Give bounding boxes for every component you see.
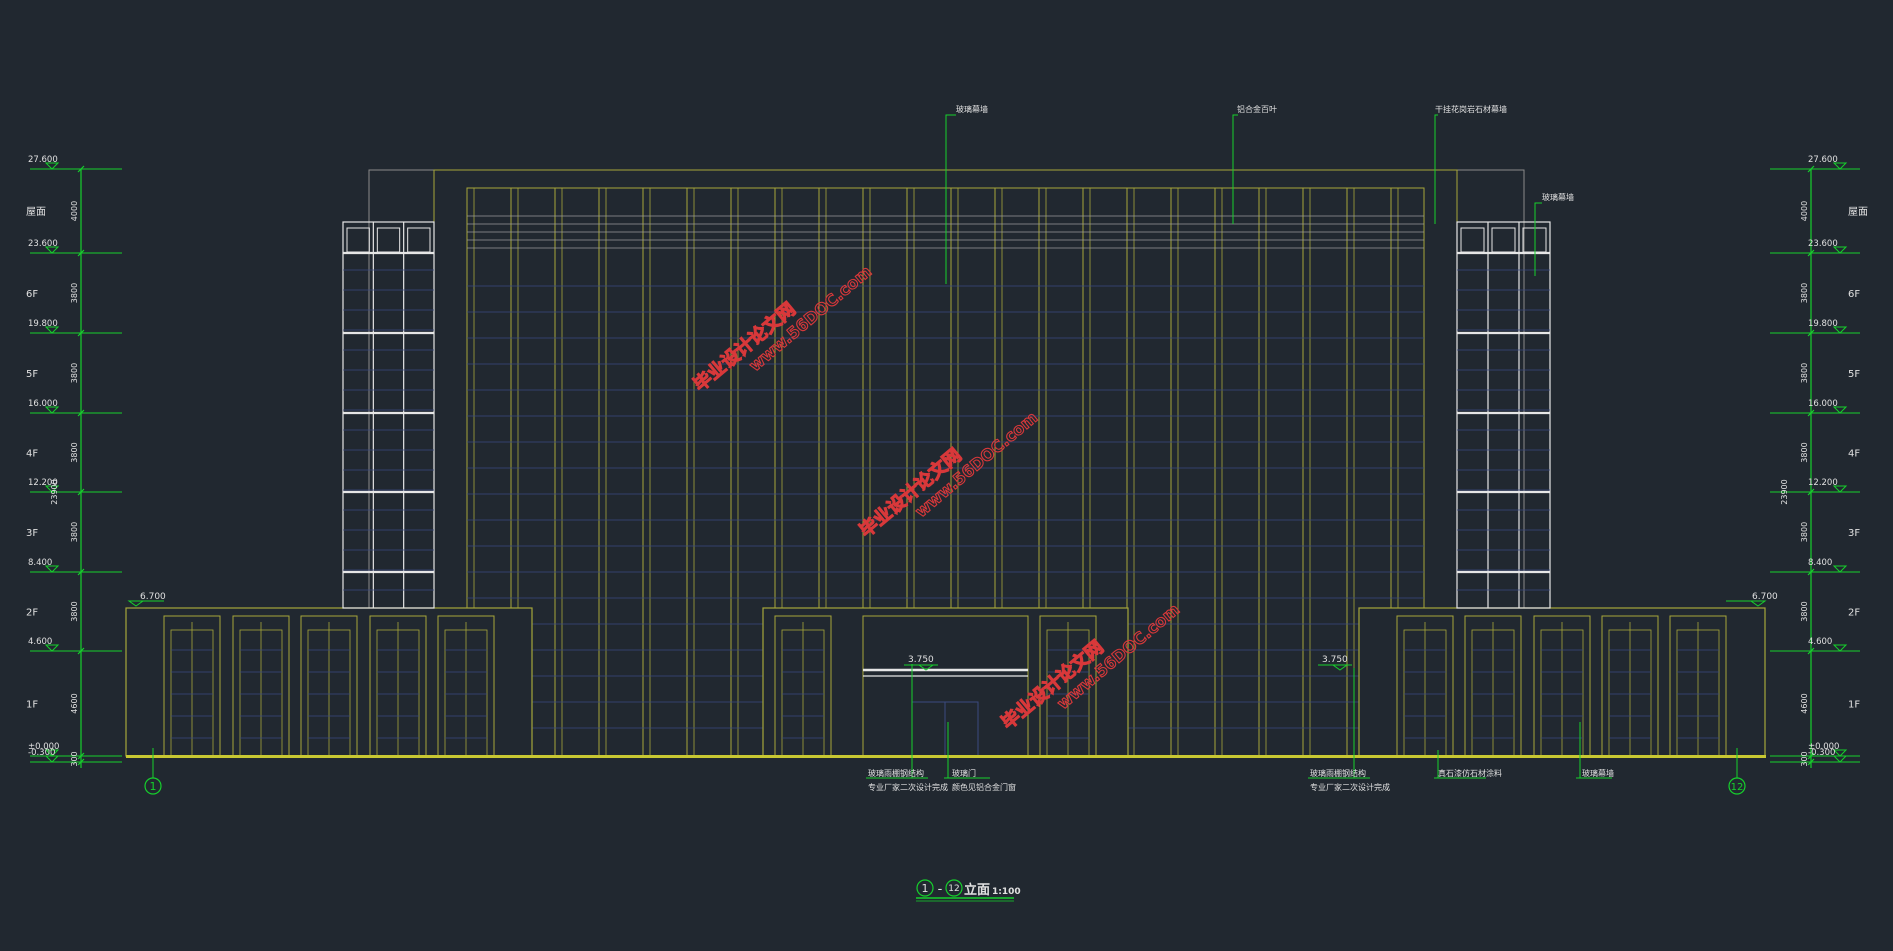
dimension-value: 3800 <box>70 601 79 621</box>
note-bottom-4-line1: 真石漆仿石材涂料 <box>1438 768 1502 778</box>
note-bottom-5-line1: 玻璃幕墙 <box>1582 768 1614 778</box>
podium-elev-right: 6.700 <box>1752 592 1778 602</box>
level-elevation: 16.000 <box>1808 399 1838 409</box>
elevation-drawing: 27.600 屋面 23.600 6F 19.800 5F 16.000 4F 12.200 3F… <box>0 0 1893 947</box>
podium-elev-left: 6.700 <box>140 592 166 602</box>
note-bottom-3-line2: 专业厂家二次设计完成 <box>1310 782 1390 792</box>
level-floor-name: 1F <box>1848 700 1860 711</box>
dimension-value: 4000 <box>70 201 79 221</box>
total-dimension: 23900 <box>50 479 59 504</box>
title-name: 立面 <box>964 882 990 898</box>
dimension-value: 3800 <box>1800 522 1809 542</box>
title-scale: 1:100 <box>992 887 1021 897</box>
note-bottom-2-line1: 玻璃门 <box>952 768 976 778</box>
level-elevation: 19.800 <box>28 319 58 329</box>
dimension-value: 3800 <box>1800 363 1809 383</box>
dimension-value: 3800 <box>70 363 79 383</box>
title-axis-to: 12 <box>948 884 959 894</box>
dimension-value: 3800 <box>1800 442 1809 462</box>
level-floor-name: 5F <box>1848 369 1860 380</box>
level-elevation: 27.600 <box>28 155 58 165</box>
level-floor-name: 屋面 <box>1848 206 1868 218</box>
canopy-elev-left: 3.750 <box>908 655 934 665</box>
dimension-value: 4000 <box>1800 201 1809 221</box>
level-elevation: 4.600 <box>28 637 52 647</box>
dimension-value: 4600 <box>1800 693 1809 713</box>
level-elevation: 27.600 <box>1808 155 1838 165</box>
axis-label-right: 12 <box>1731 782 1744 793</box>
dimension-value: 3800 <box>1800 601 1809 621</box>
title-sep: - <box>938 882 943 897</box>
note-bottom-1-line2: 专业厂家二次设计完成 <box>868 782 948 792</box>
level-elevation: 12.200 <box>1808 478 1838 488</box>
note-top-1-text: 玻璃幕墙 <box>956 104 988 114</box>
total-dimension: 23900 <box>1780 479 1789 504</box>
note-top-2-text: 铝合金百叶 <box>1237 104 1277 114</box>
note-bottom-3-line1: 玻璃雨棚钢结构 <box>1310 768 1366 778</box>
level-elevation: 19.800 <box>1808 319 1838 329</box>
level-floor-name: 屋面 <box>26 206 46 218</box>
dimension-value: 3800 <box>1800 283 1809 303</box>
dimension-value: 3800 <box>70 522 79 542</box>
level-floor-name: 6F <box>26 289 38 300</box>
ground-line <box>126 755 1766 758</box>
level-floor-name: 3F <box>26 528 38 539</box>
level-elevation: 16.000 <box>28 399 58 409</box>
dimension-value: 3800 <box>70 283 79 303</box>
dimension-value: 4600 <box>70 693 79 713</box>
level-floor-name: 2F <box>26 608 38 619</box>
level-floor-name: 5F <box>26 369 38 380</box>
note-bottom-1-line1: 玻璃雨棚钢结构 <box>868 768 924 778</box>
note-top-3-text: 干挂花岗岩石材幕墙 <box>1435 104 1507 114</box>
level-elevation: 8.400 <box>28 558 52 568</box>
dimension-value: 300 <box>1800 751 1809 766</box>
note-bottom-2-line2: 颜色见铝合金门窗 <box>952 782 1016 792</box>
title-axis-from: 1 <box>922 882 929 895</box>
level-floor-name: 4F <box>26 449 38 460</box>
axis-label-left: 1 <box>150 780 157 793</box>
level-floor-name: 2F <box>1848 608 1860 619</box>
level-floor-name: 4F <box>1848 449 1860 460</box>
level-elevation: -0.300 <box>28 748 55 758</box>
cad-drawing-viewport: 27.600 屋面 23.600 6F 19.800 5F 16.000 4F 12.200 3F… <box>0 0 1893 947</box>
level-elevation: 23.600 <box>28 239 58 249</box>
level-elevation: 23.600 <box>1808 239 1838 249</box>
level-elevation: 4.600 <box>1808 637 1832 647</box>
level-elevation: 8.400 <box>1808 558 1832 568</box>
canopy-elev-right: 3.750 <box>1322 655 1348 665</box>
level-elevation: -0.300 <box>1808 748 1835 758</box>
level-floor-name: 1F <box>26 700 38 711</box>
level-floor-name: 6F <box>1848 289 1860 300</box>
level-floor-name: 3F <box>1848 528 1860 539</box>
note-top-4-text: 玻璃幕墙 <box>1542 192 1574 202</box>
dimension-value: 300 <box>70 751 79 766</box>
dimension-value: 3800 <box>70 442 79 462</box>
